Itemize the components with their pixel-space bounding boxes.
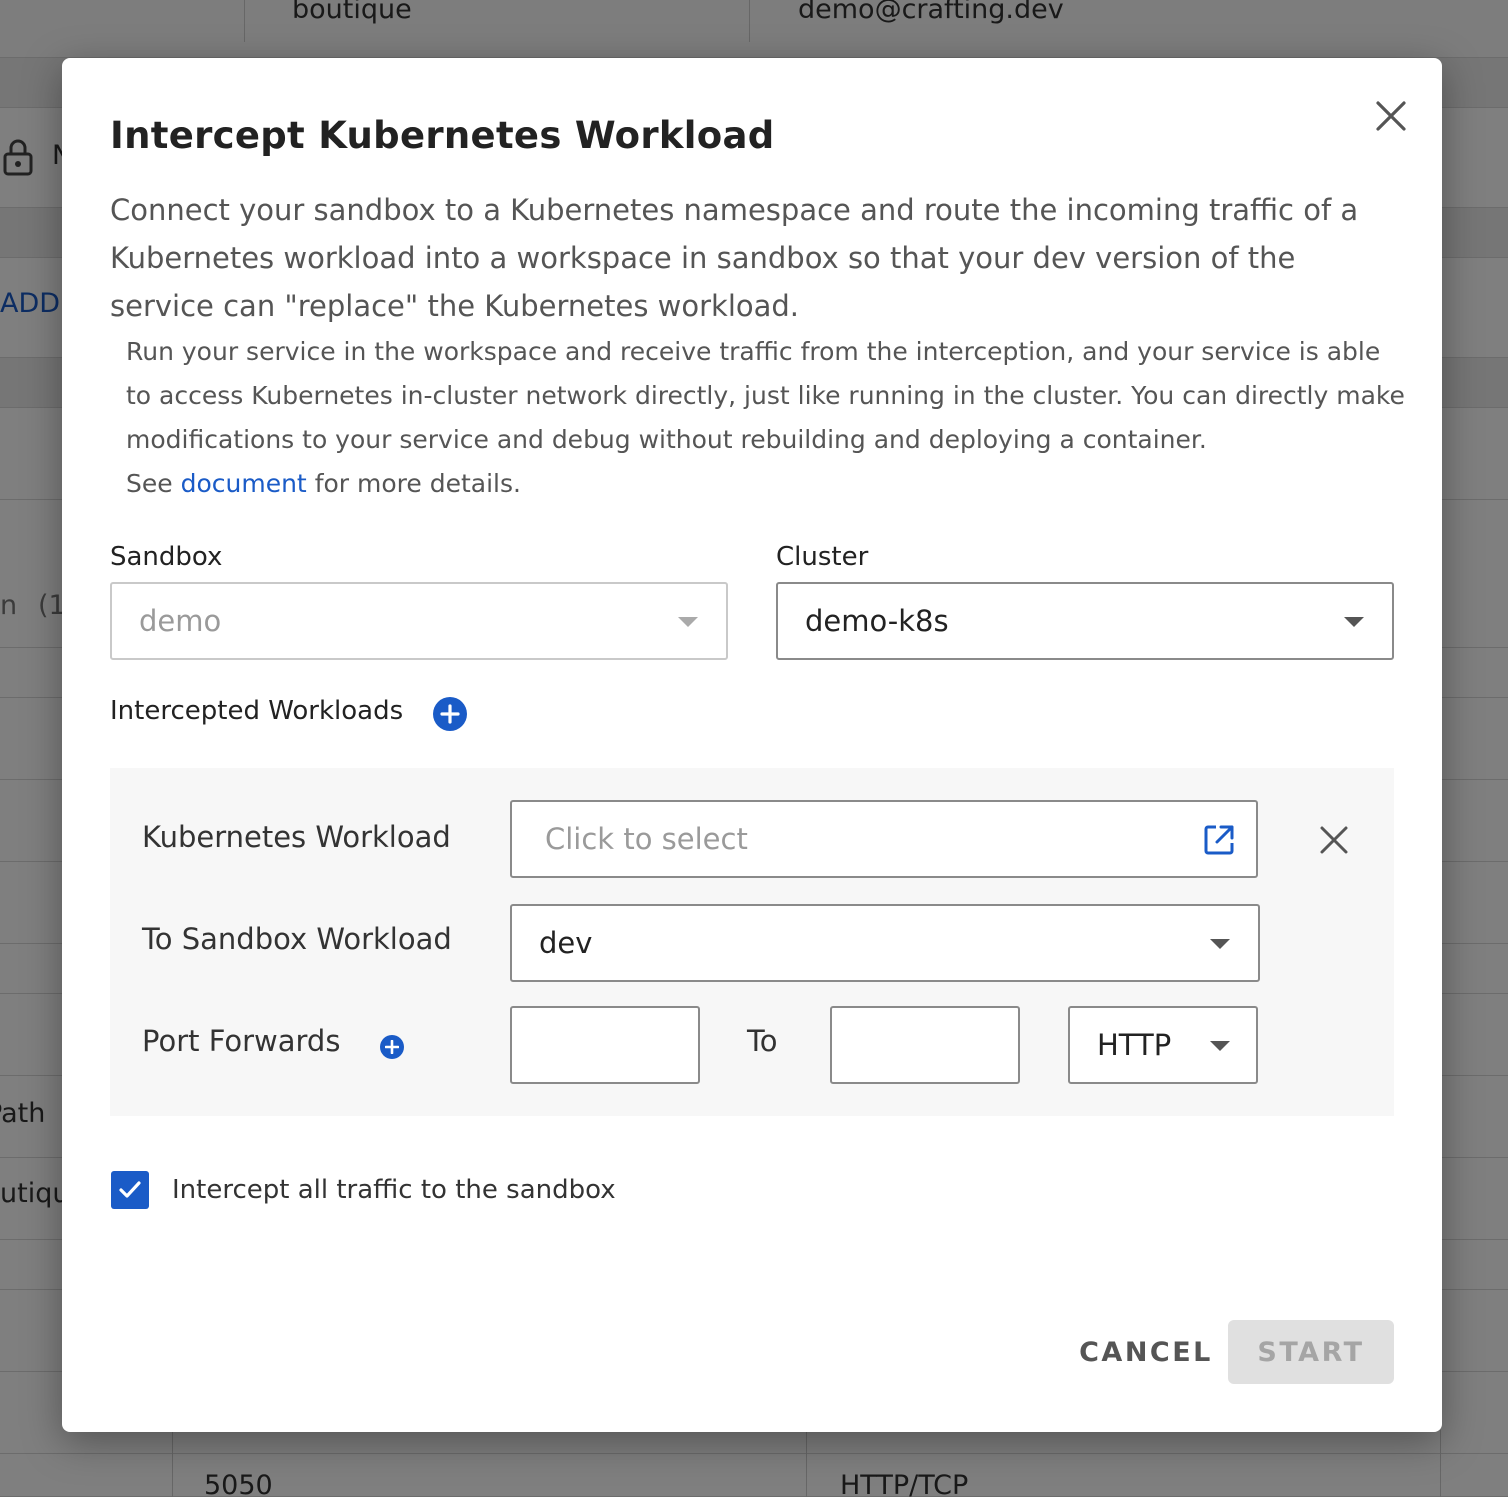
cluster-value: demo-k8s — [805, 604, 949, 638]
intercept-dialog: Intercept Kubernetes Workload Connect yo… — [62, 58, 1442, 1432]
note-text: Run your service in the workspace and re… — [126, 337, 1405, 454]
chevron-down-icon — [678, 617, 698, 627]
cancel-button[interactable]: CANCEL — [1072, 1320, 1220, 1384]
kubernetes-workload-input[interactable]: Click to select — [510, 800, 1258, 878]
plus-icon — [440, 704, 460, 724]
remove-workload-icon[interactable] — [1318, 824, 1350, 856]
workload-panel: Kubernetes Workload Click to select To S… — [110, 768, 1394, 1116]
dialog-note: Run your service in the workspace and re… — [126, 330, 1406, 506]
checkmark-icon — [119, 1181, 141, 1198]
chevron-down-icon — [1344, 617, 1364, 627]
note-see: See — [126, 469, 173, 498]
document-link[interactable]: document — [181, 469, 307, 498]
dialog-description: Connect your sandbox to a Kubernetes nam… — [110, 193, 1359, 323]
sandbox-value: demo — [139, 604, 222, 638]
intercept-all-checkbox[interactable] — [111, 1171, 149, 1209]
close-button[interactable] — [1367, 92, 1415, 140]
sandbox-select: demo — [110, 582, 728, 660]
start-button[interactable]: START — [1228, 1320, 1394, 1384]
intercepted-workloads-label: Intercepted Workloads — [110, 696, 404, 726]
sandbox-workload-select[interactable]: dev — [510, 904, 1260, 982]
intercept-all-label[interactable]: Intercept all traffic to the sandbox — [172, 1171, 616, 1209]
port-from-input[interactable] — [510, 1006, 700, 1084]
sandbox-workload-value: dev — [539, 926, 593, 960]
kubernetes-workload-placeholder: Click to select — [545, 822, 748, 856]
port-to-input[interactable] — [830, 1006, 1020, 1084]
cluster-select[interactable]: demo-k8s — [776, 582, 1394, 660]
add-port-forward-button[interactable] — [380, 1035, 404, 1059]
sandbox-workload-label: To Sandbox Workload — [142, 922, 452, 956]
protocol-select[interactable]: HTTP — [1068, 1006, 1258, 1084]
plus-icon — [385, 1040, 399, 1054]
sandbox-label: Sandbox — [110, 542, 223, 572]
note-see-line: See document for more details. — [126, 462, 1406, 506]
chevron-down-icon — [1210, 1041, 1230, 1051]
kubernetes-workload-label: Kubernetes Workload — [142, 820, 451, 854]
dialog-title: Intercept Kubernetes Workload — [110, 114, 775, 157]
add-workload-button[interactable] — [433, 697, 467, 731]
cluster-label: Cluster — [776, 542, 869, 572]
note-after: for more details. — [314, 469, 521, 498]
chevron-down-icon — [1210, 939, 1230, 949]
port-forwards-label: Port Forwards — [142, 1024, 341, 1058]
protocol-value: HTTP — [1097, 1028, 1172, 1062]
port-to-label: To — [747, 1024, 778, 1058]
close-icon — [1376, 101, 1406, 131]
open-external-icon[interactable] — [1202, 823, 1236, 857]
